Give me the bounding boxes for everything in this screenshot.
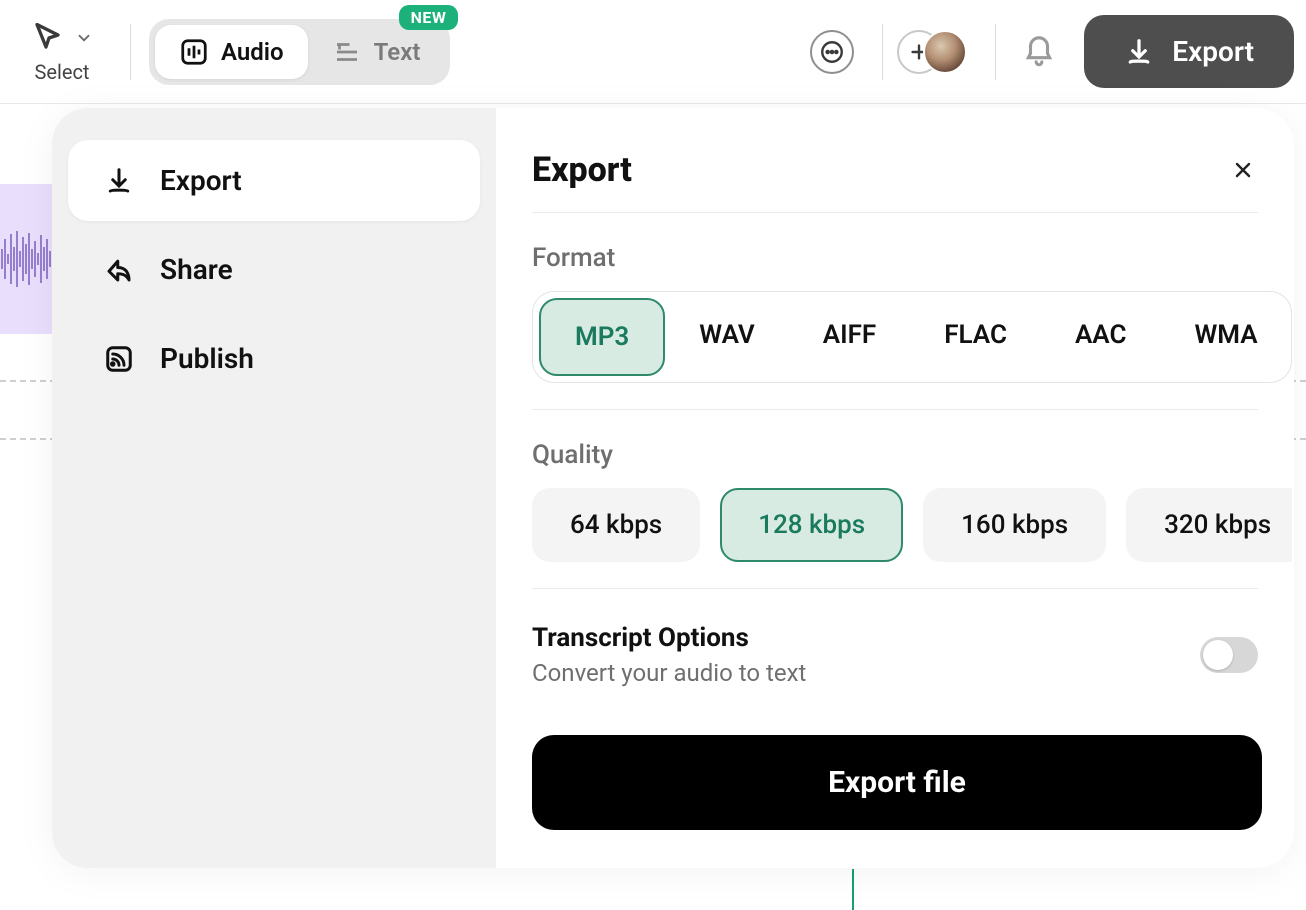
- bell-icon: [1022, 35, 1056, 69]
- waveform-preview: [0, 184, 52, 334]
- transcript-options-row: Transcript Options Convert your audio to…: [532, 623, 1258, 687]
- chat-icon: [819, 39, 845, 65]
- export-button-label: Export: [1172, 35, 1254, 68]
- export-file-button-label: Export file: [828, 765, 966, 800]
- quality-section-label: Quality: [532, 440, 1258, 470]
- quality-option-128[interactable]: 128 kbps: [720, 488, 903, 562]
- mode-audio-label: Audio: [221, 38, 284, 66]
- close-icon: [1231, 158, 1255, 182]
- separator: [995, 24, 996, 80]
- sidebar-item-share[interactable]: Share: [68, 229, 480, 310]
- toggle-knob: [1203, 640, 1233, 670]
- topbar-right: Export: [810, 15, 1294, 88]
- chat-button[interactable]: [810, 30, 854, 74]
- divider: [532, 409, 1258, 410]
- sidebar-item-label: Export: [160, 164, 242, 197]
- select-tool[interactable]: Select: [12, 20, 112, 84]
- quality-option-64[interactable]: 64 kbps: [532, 488, 700, 562]
- topbar: Select Audio Text NEW: [0, 0, 1306, 104]
- sidebar-item-publish[interactable]: Publish: [68, 318, 480, 399]
- quality-options: 64 kbps 128 kbps 160 kbps 320 kbps: [532, 488, 1292, 562]
- waveform-icon: [179, 37, 209, 67]
- chevron-down-icon: [75, 29, 93, 47]
- format-section-label: Format: [532, 243, 1258, 273]
- modal-title: Export: [532, 150, 632, 190]
- text-icon: [332, 37, 362, 67]
- mode-audio[interactable]: Audio: [155, 25, 308, 79]
- format-option-flac[interactable]: FLAC: [910, 298, 1041, 376]
- export-file-button[interactable]: Export file: [532, 735, 1262, 830]
- cursor-icon: [31, 20, 67, 56]
- format-option-wav[interactable]: WAV: [665, 298, 788, 376]
- sidebar-item-label: Publish: [160, 342, 254, 375]
- playhead[interactable]: [852, 869, 854, 910]
- format-option-aiff[interactable]: AIFF: [789, 298, 910, 376]
- sidebar-item-label: Share: [160, 253, 233, 286]
- sidebar-item-export[interactable]: Export: [68, 140, 480, 221]
- separator: [130, 24, 131, 80]
- rss-icon: [102, 344, 136, 374]
- select-label: Select: [35, 60, 90, 84]
- waveform-icon: [0, 229, 52, 289]
- format-option-aac[interactable]: AAC: [1041, 298, 1161, 376]
- divider: [532, 212, 1258, 213]
- format-options: MP3 WAV AIFF FLAC AAC WMA: [532, 291, 1292, 383]
- mode-text-label: Text: [374, 38, 421, 66]
- mode-toggle: Audio Text NEW: [149, 19, 450, 85]
- format-option-mp3[interactable]: MP3: [539, 298, 665, 376]
- export-button[interactable]: Export: [1084, 15, 1294, 88]
- download-icon: [1124, 37, 1154, 67]
- transcript-toggle[interactable]: [1200, 637, 1258, 673]
- export-modal: Export Share Publish Export Format: [52, 108, 1294, 868]
- avatar[interactable]: [923, 30, 967, 74]
- modal-sidebar: Export Share Publish: [52, 108, 496, 868]
- quality-option-160[interactable]: 160 kbps: [923, 488, 1106, 562]
- separator: [882, 24, 883, 80]
- transcript-subtitle: Convert your audio to text: [532, 659, 806, 687]
- modal-main: Export Format MP3 WAV AIFF FLAC AAC WMA …: [496, 108, 1294, 868]
- divider: [532, 588, 1258, 589]
- notifications-button[interactable]: [1022, 35, 1056, 69]
- new-badge: NEW: [399, 5, 459, 30]
- transcript-title: Transcript Options: [532, 623, 806, 653]
- close-button[interactable]: [1228, 155, 1258, 185]
- share-icon: [102, 255, 136, 285]
- mode-text[interactable]: Text: [308, 25, 445, 79]
- download-icon: [102, 166, 136, 196]
- format-option-wma[interactable]: WMA: [1160, 298, 1291, 376]
- quality-option-320[interactable]: 320 kbps: [1126, 488, 1292, 562]
